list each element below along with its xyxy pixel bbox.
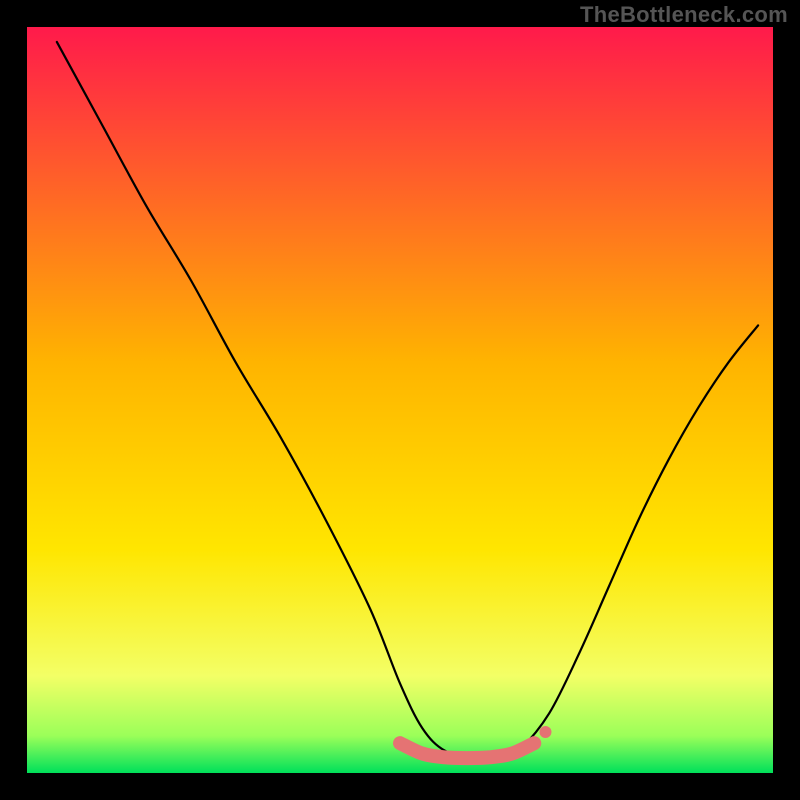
chart-plot-area xyxy=(27,27,773,773)
chart-container: TheBottleneck.com xyxy=(0,0,800,800)
bottleneck-chart xyxy=(0,0,800,800)
minimum-marker-dot xyxy=(539,726,551,738)
watermark-text: TheBottleneck.com xyxy=(580,2,788,28)
